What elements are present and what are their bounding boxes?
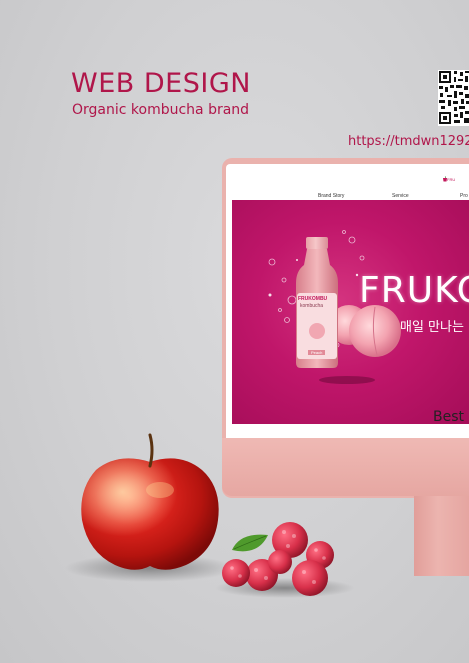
fruit-decoration <box>65 433 355 598</box>
leaf-icon <box>232 534 268 552</box>
apple-icon <box>81 433 219 570</box>
